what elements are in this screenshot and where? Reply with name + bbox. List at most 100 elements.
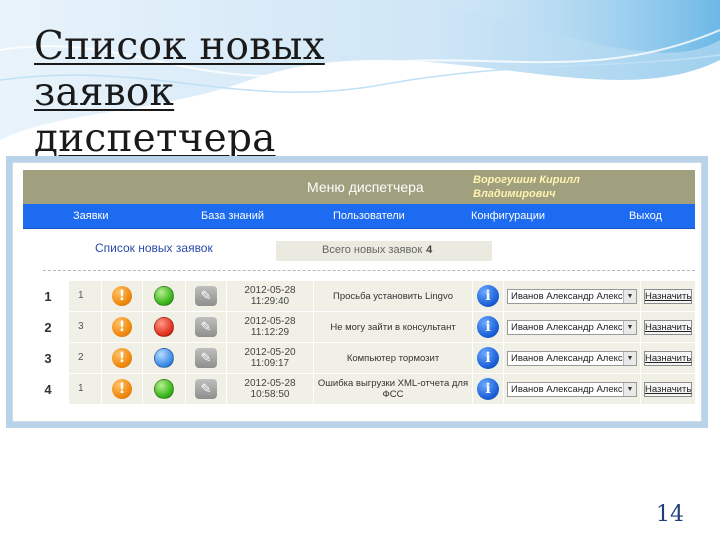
assign-cell: Назначить: [641, 343, 695, 373]
nav-requests[interactable]: Заявки: [73, 210, 109, 222]
request-time: 11:12:29: [250, 327, 290, 338]
request-text[interactable]: Просьба установить Lingvo: [314, 281, 472, 311]
warning-cell: !: [102, 281, 142, 311]
assignee-select[interactable]: Иванов Александр Александ ▼: [507, 351, 637, 366]
assignee-select[interactable]: Иванов Александр Александ ▼: [507, 382, 637, 397]
warning-cell: !: [102, 374, 142, 404]
info-cell: i: [473, 312, 503, 342]
attachment-cell: ✎: [186, 343, 226, 373]
assignee-cell: Иванов Александр Александ ▼: [504, 343, 640, 373]
paperclip-icon[interactable]: ✎: [195, 286, 217, 306]
request-text[interactable]: Компьютер тормозит: [314, 343, 472, 373]
request-date: 2012-05-20: [244, 347, 296, 358]
row-number: 3: [44, 351, 52, 366]
warning-icon[interactable]: !: [112, 348, 132, 368]
request-time: 10:58:50: [250, 389, 290, 400]
warning-cell: !: [102, 343, 142, 373]
request-row: 2 3 ! ✎ 2012-05-28 11:12:29 Не могу зайти…: [41, 312, 695, 342]
status-red-icon: [154, 317, 174, 337]
assignee-selected: Иванов Александр Александ: [511, 291, 637, 302]
row-number: 4: [44, 382, 52, 397]
slide-page-number: 14: [656, 502, 684, 527]
priority-value: 3: [69, 312, 101, 342]
assign-cell: Назначить: [641, 281, 695, 311]
assignee-selected: Иванов Александр Александ: [511, 384, 637, 395]
new-requests-count: Всего новых заявок 4: [276, 241, 492, 261]
nav-exit[interactable]: Выход: [629, 210, 662, 222]
assign-cell: Назначить: [641, 374, 695, 404]
chevron-down-icon: ▼: [623, 383, 636, 396]
priority-value: 1: [69, 374, 101, 404]
screenshot-frame: Меню диспетчера Ворогушин Кирилл Владими…: [6, 156, 708, 428]
info-cell: i: [473, 374, 503, 404]
request-date: 2012-05-28: [244, 378, 296, 389]
request-text[interactable]: Не могу зайти в консультант: [314, 312, 472, 342]
assign-button[interactable]: Назначить: [644, 382, 692, 397]
row-number: 1: [44, 289, 52, 304]
dispatcher-app-screenshot: Меню диспетчера Ворогушин Кирилл Владими…: [12, 162, 702, 422]
paperclip-icon[interactable]: ✎: [195, 379, 217, 399]
nav-users[interactable]: Пользователи: [333, 210, 405, 222]
attachment-cell: ✎: [186, 281, 226, 311]
menu-title: Меню диспетчера: [307, 179, 424, 195]
assign-button[interactable]: Назначить: [644, 289, 692, 304]
count-value: 4: [426, 244, 433, 256]
assign-button[interactable]: Назначить: [644, 351, 692, 366]
info-icon[interactable]: i: [477, 316, 499, 338]
assignee-selected: Иванов Александр Александ: [511, 322, 637, 333]
status-green-icon: [154, 379, 174, 399]
assignee-cell: Иванов Александр Александ ▼: [504, 374, 640, 404]
request-date: 2012-05-28: [244, 285, 296, 296]
assign-cell: Назначить: [641, 312, 695, 342]
assignee-cell: Иванов Александр Александ ▼: [504, 281, 640, 311]
assignee-cell: Иванов Александр Александ ▼: [504, 312, 640, 342]
assignee-select[interactable]: Иванов Александр Александ ▼: [507, 320, 637, 335]
status-blue-icon: [154, 348, 174, 368]
paperclip-icon[interactable]: ✎: [195, 348, 217, 368]
nav-knowledge-base[interactable]: База знаний: [201, 210, 264, 222]
assignee-select[interactable]: Иванов Александр Александ ▼: [507, 289, 637, 304]
info-icon[interactable]: i: [477, 347, 499, 369]
slide-title-line1: Список новых заявок: [34, 24, 325, 115]
request-datetime: 2012-05-28 11:29:40: [227, 281, 313, 311]
info-cell: i: [473, 343, 503, 373]
status-cell: [143, 374, 185, 404]
user-name: Ворогушин Кирилл Владимирович: [473, 174, 580, 200]
status-cell: [143, 281, 185, 311]
warning-icon[interactable]: !: [112, 317, 132, 337]
status-green-icon: [154, 286, 174, 306]
assign-button[interactable]: Назначить: [644, 320, 692, 335]
list-heading: Список новых заявок: [95, 241, 213, 255]
request-text[interactable]: Ошибка выгрузки XML-отчета для ФСС: [314, 374, 472, 404]
request-datetime: 2012-05-28 10:58:50: [227, 374, 313, 404]
request-datetime: 2012-05-28 11:12:29: [227, 312, 313, 342]
warning-cell: !: [102, 312, 142, 342]
main-nav: Заявки База знаний Пользователи Конфигур…: [23, 204, 695, 229]
request-row: 4 1 ! ✎ 2012-05-28 10:58:50 Ошибка выгруз…: [41, 374, 695, 404]
warning-icon[interactable]: !: [112, 379, 132, 399]
assignee-selected: Иванов Александр Александ: [511, 353, 637, 364]
status-cell: [143, 312, 185, 342]
divider: [43, 270, 695, 271]
nav-configurations[interactable]: Конфигурации: [471, 210, 545, 222]
info-icon[interactable]: i: [477, 378, 499, 400]
slide-title: Список новых заявок диспетчера: [34, 24, 474, 162]
warning-icon[interactable]: !: [112, 286, 132, 306]
chevron-down-icon: ▼: [623, 321, 636, 334]
count-label: Всего новых заявок: [322, 244, 423, 256]
request-row: 1 1 ! ✎ 2012-05-28 11:29:40 Просьба устан…: [41, 281, 695, 311]
status-cell: [143, 343, 185, 373]
info-cell: i: [473, 281, 503, 311]
attachment-cell: ✎: [186, 312, 226, 342]
attachment-cell: ✎: [186, 374, 226, 404]
request-row: 3 2 ! ✎ 2012-05-20 11:09:17 Компьютер тор…: [41, 343, 695, 373]
chevron-down-icon: ▼: [623, 290, 636, 303]
request-time: 11:29:40: [250, 296, 290, 307]
priority-value: 2: [69, 343, 101, 373]
request-time: 11:09:17: [250, 358, 290, 369]
paperclip-icon[interactable]: ✎: [195, 317, 217, 337]
info-icon[interactable]: i: [477, 285, 499, 307]
request-date: 2012-05-28: [244, 316, 296, 327]
app-header: Меню диспетчера Ворогушин Кирилл Владими…: [23, 170, 695, 204]
request-datetime: 2012-05-20 11:09:17: [227, 343, 313, 373]
